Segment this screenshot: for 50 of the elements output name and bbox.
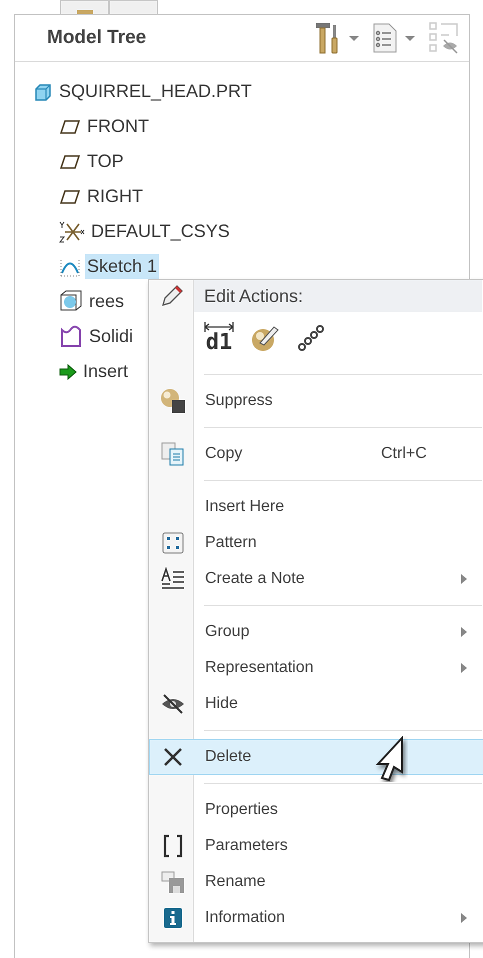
rename-icon bbox=[160, 870, 186, 894]
tree-visibility-icon[interactable] bbox=[429, 22, 459, 54]
tree-item[interactable]: Insert bbox=[81, 359, 130, 384]
arrow-icon bbox=[59, 364, 77, 380]
panel-title: Model Tree bbox=[47, 27, 148, 49]
cube-icon bbox=[33, 82, 53, 102]
plane-icon bbox=[59, 188, 81, 204]
plane-icon bbox=[59, 154, 81, 170]
tree-item[interactable]: Sketch 1 bbox=[85, 254, 160, 279]
menu-item[interactable]: Suppress bbox=[149, 383, 483, 419]
menu-item[interactable]: Properties bbox=[149, 792, 483, 828]
brackets-icon bbox=[162, 834, 184, 858]
menu-item[interactable]: Hide bbox=[149, 686, 483, 722]
plane-icon bbox=[59, 118, 81, 134]
menu-header: Edit Actions: bbox=[194, 280, 482, 312]
tree-item[interactable]: rees bbox=[87, 289, 126, 314]
coordinate-system-icon bbox=[59, 220, 85, 244]
note-icon bbox=[160, 567, 186, 591]
close-icon bbox=[162, 746, 184, 768]
menu-item[interactable]: Pattern bbox=[149, 525, 483, 561]
menu-item[interactable]: Copy Ctrl+C bbox=[149, 436, 483, 472]
tree-item[interactable]: FRONT bbox=[85, 114, 151, 139]
panel-tab[interactable] bbox=[60, 0, 109, 14]
info-icon bbox=[162, 907, 182, 929]
tree-item[interactable]: DEFAULT_CSYS bbox=[89, 219, 232, 244]
eye-slash-icon bbox=[160, 693, 186, 715]
menu-item[interactable]: Parameters bbox=[149, 828, 483, 864]
menu-item[interactable]: Insert Here bbox=[149, 489, 483, 525]
list-document-icon[interactable] bbox=[373, 23, 397, 53]
sphere-square-icon bbox=[160, 388, 186, 414]
dimension-arrow-icon bbox=[204, 322, 234, 332]
copy-icon bbox=[160, 441, 186, 467]
sphere-box-icon bbox=[59, 290, 83, 314]
menu-item[interactable]: Create a Note bbox=[149, 561, 483, 597]
tree-item[interactable]: SQUIRREL_HEAD.PRT bbox=[57, 79, 254, 104]
menu-item[interactable]: Rename bbox=[149, 864, 483, 900]
pencil-icon bbox=[160, 284, 184, 308]
tree-item[interactable]: RIGHT bbox=[85, 184, 145, 209]
menu-item[interactable]: Group bbox=[149, 614, 483, 650]
chain-icon[interactable] bbox=[296, 323, 326, 353]
tree-item[interactable]: Solidi bbox=[87, 324, 136, 349]
dimension-button[interactable]: d1 bbox=[204, 322, 234, 354]
pattern-icon bbox=[160, 531, 184, 555]
menu-item[interactable]: Delete bbox=[149, 739, 483, 775]
caret-icon[interactable] bbox=[405, 36, 415, 40]
caret-icon[interactable] bbox=[349, 36, 359, 40]
menu-item[interactable]: Representation bbox=[149, 650, 483, 686]
solidify-icon bbox=[59, 324, 83, 348]
tree-item[interactable]: TOP bbox=[85, 149, 126, 174]
menu-item[interactable]: Information bbox=[149, 900, 483, 936]
